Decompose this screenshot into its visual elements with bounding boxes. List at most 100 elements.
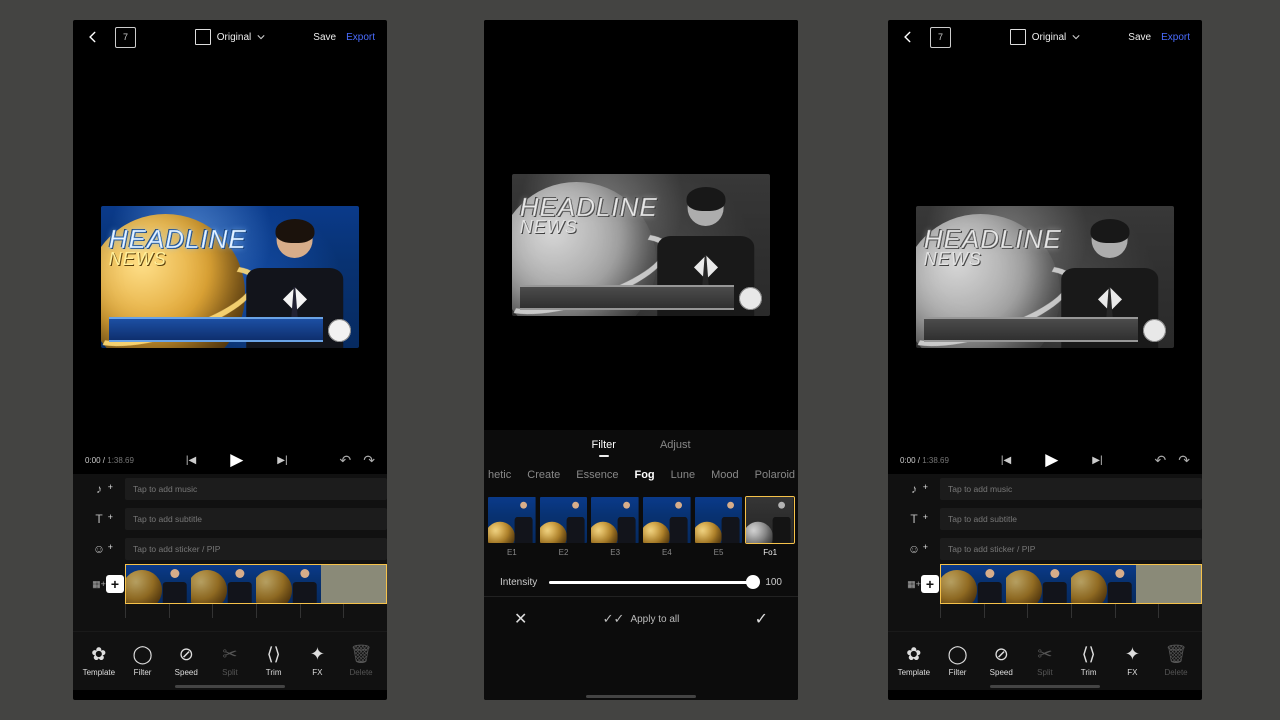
music-track[interactable]: ♪+ Tap to add music <box>73 474 387 504</box>
video-track[interactable]: ▦+ + <box>73 564 387 604</box>
tool-filter[interactable]: ◯Filter <box>123 644 163 677</box>
next-button[interactable]: ▶| <box>277 455 287 466</box>
tab-filter[interactable]: Filter <box>591 439 615 451</box>
chevron-left-icon <box>901 30 915 44</box>
text-icon: T+ <box>888 512 940 526</box>
music-placeholder: Tap to add music <box>125 478 387 500</box>
tool-speed[interactable]: ⊘Speed <box>981 644 1021 677</box>
preview-area[interactable]: HEADLINENEWS <box>888 54 1202 446</box>
chevron-down-icon <box>257 33 265 41</box>
preview-area[interactable]: HEADLINE NEWS <box>73 54 387 446</box>
video-track[interactable]: ▦+ + <box>888 564 1202 604</box>
confirm-button[interactable]: ✓ <box>755 609 768 629</box>
music-track[interactable]: ♪+ Tap to add music <box>888 474 1202 504</box>
video-preview: HEADLINENEWS <box>916 206 1174 348</box>
tool-split[interactable]: ✂Split <box>1025 644 1065 677</box>
sticker-placeholder: Tap to add sticker / PIP <box>940 538 1202 560</box>
time-ruler[interactable] <box>73 604 387 618</box>
sticker-track[interactable]: ☺+ Tap to add sticker / PIP <box>888 534 1202 564</box>
tool-delete[interactable]: 🗑Delete <box>1156 644 1196 677</box>
export-button[interactable]: Export <box>346 32 375 43</box>
cat-item[interactable]: Mood <box>711 469 739 481</box>
timeline-panel: ♪+ Tap to add music T+ Tap to add subtit… <box>888 474 1202 690</box>
undo-button[interactable]: ↶ <box>1155 452 1167 469</box>
undo-button[interactable]: ↶ <box>340 452 352 469</box>
transport-bar: 0:00 / 1:38.69 |◀ ▶ ▶| ↶ ↷ <box>888 446 1202 474</box>
add-clip-button[interactable]: + <box>106 575 124 593</box>
cat-item[interactable]: Create <box>527 469 560 481</box>
sticker-track[interactable]: ☺+ Tap to add sticker / PIP <box>73 534 387 564</box>
next-button[interactable]: ▶| <box>1092 455 1102 466</box>
tab-adjust[interactable]: Adjust <box>660 439 691 451</box>
bottom-toolbar: ✿Template ◯Filter ⊘Speed ✂Split ⟨⟩Trim ✦… <box>73 631 387 690</box>
tool-template[interactable]: ✿Template <box>894 644 934 677</box>
timeline-panel: ♪+ Tap to add music T+ Tap to add subtit… <box>73 474 387 690</box>
back-button[interactable] <box>896 25 920 49</box>
back-button[interactable] <box>81 25 105 49</box>
music-placeholder: Tap to add music <box>940 478 1202 500</box>
save-button[interactable]: Save <box>1128 32 1151 43</box>
project-page-icon[interactable]: 7 <box>930 27 951 48</box>
intensity-value: 100 <box>765 577 782 588</box>
tool-split[interactable]: ✂Split <box>210 644 250 677</box>
cat-item[interactable]: Polaroid <box>755 469 795 481</box>
add-clip-button[interactable]: + <box>921 575 939 593</box>
tool-filter[interactable]: ◯Filter <box>938 644 978 677</box>
tool-fx[interactable]: ✦FX <box>297 644 337 677</box>
subtitle-placeholder: Tap to add subtitle <box>125 508 387 530</box>
confirm-row: ✕ ✓✓ Apply to all ✓ <box>484 596 798 641</box>
video-preview: HEADLINE NEWS <box>101 206 359 348</box>
tool-speed[interactable]: ⊘Speed <box>166 644 206 677</box>
filter-item[interactable]: E1 <box>488 496 536 557</box>
filter-item[interactable]: E2 <box>540 496 588 557</box>
subtitle-track[interactable]: T+ Tap to add subtitle <box>888 504 1202 534</box>
clip-strip[interactable]: + <box>125 564 387 604</box>
time-current: 0:00 / 1:38.69 <box>900 456 949 465</box>
apply-all-button[interactable]: ✓✓ Apply to all <box>603 611 680 627</box>
cancel-button[interactable]: ✕ <box>514 609 527 629</box>
phone-screen-filter-panel: HEADLINENEWS Filter Adjust hetic Create … <box>484 20 798 700</box>
aspect-label[interactable]: Original <box>1032 32 1066 43</box>
home-indicator <box>990 685 1100 688</box>
intensity-slider[interactable] <box>549 581 753 584</box>
prev-button[interactable]: |◀ <box>1001 455 1011 466</box>
tool-template[interactable]: ✿Template <box>79 644 119 677</box>
filter-item[interactable]: E3 <box>591 496 639 557</box>
tool-trim[interactable]: ⟨⟩Trim <box>254 644 294 677</box>
aspect-icon <box>195 29 211 45</box>
filter-item[interactable]: E5 <box>695 496 743 557</box>
play-button[interactable]: ▶ <box>230 450 243 470</box>
redo-button[interactable]: ↷ <box>1178 452 1190 469</box>
cat-item[interactable]: Essence <box>576 469 618 481</box>
project-page-icon[interactable]: 7 <box>115 27 136 48</box>
tool-delete[interactable]: 🗑Delete <box>341 644 381 677</box>
music-icon: ♪+ <box>888 482 940 496</box>
clip-strip[interactable]: + <box>940 564 1202 604</box>
cat-item[interactable]: Fog <box>634 469 654 481</box>
prev-button[interactable]: |◀ <box>186 455 196 466</box>
chevron-left-icon <box>86 30 100 44</box>
save-button[interactable]: Save <box>313 32 336 43</box>
subtitle-track[interactable]: T+ Tap to add subtitle <box>73 504 387 534</box>
tool-fx[interactable]: ✦FX <box>1112 644 1152 677</box>
export-button[interactable]: Export <box>1161 32 1190 43</box>
filter-item[interactable]: Fo1 <box>746 496 794 557</box>
cat-item[interactable]: hetic <box>488 469 511 481</box>
transport-bar: 0:00 / 1:38.69 |◀ ▶ ▶| ↶ ↷ <box>73 446 387 474</box>
sticker-icon: ☺+ <box>888 542 940 556</box>
intensity-label: Intensity <box>500 577 537 588</box>
top-bar: 7 Original Save Export <box>73 20 387 54</box>
cat-item[interactable]: Lune <box>671 469 695 481</box>
aspect-label[interactable]: Original <box>217 32 251 43</box>
news-frame: HEADLINE NEWS <box>101 206 359 348</box>
preview-area[interactable]: HEADLINENEWS <box>484 20 798 430</box>
double-check-icon: ✓✓ <box>603 611 625 627</box>
time-ruler[interactable] <box>888 604 1202 618</box>
video-preview: HEADLINENEWS <box>512 174 770 316</box>
play-button[interactable]: ▶ <box>1045 450 1058 470</box>
filter-categories[interactable]: hetic Create Essence Fog Lune Mood Polar… <box>484 460 798 490</box>
bottom-toolbar: ✿Template ◯Filter ⊘Speed ✂Split ⟨⟩Trim ✦… <box>888 631 1202 690</box>
redo-button[interactable]: ↷ <box>363 452 375 469</box>
filter-item[interactable]: E4 <box>643 496 691 557</box>
tool-trim[interactable]: ⟨⟩Trim <box>1069 644 1109 677</box>
